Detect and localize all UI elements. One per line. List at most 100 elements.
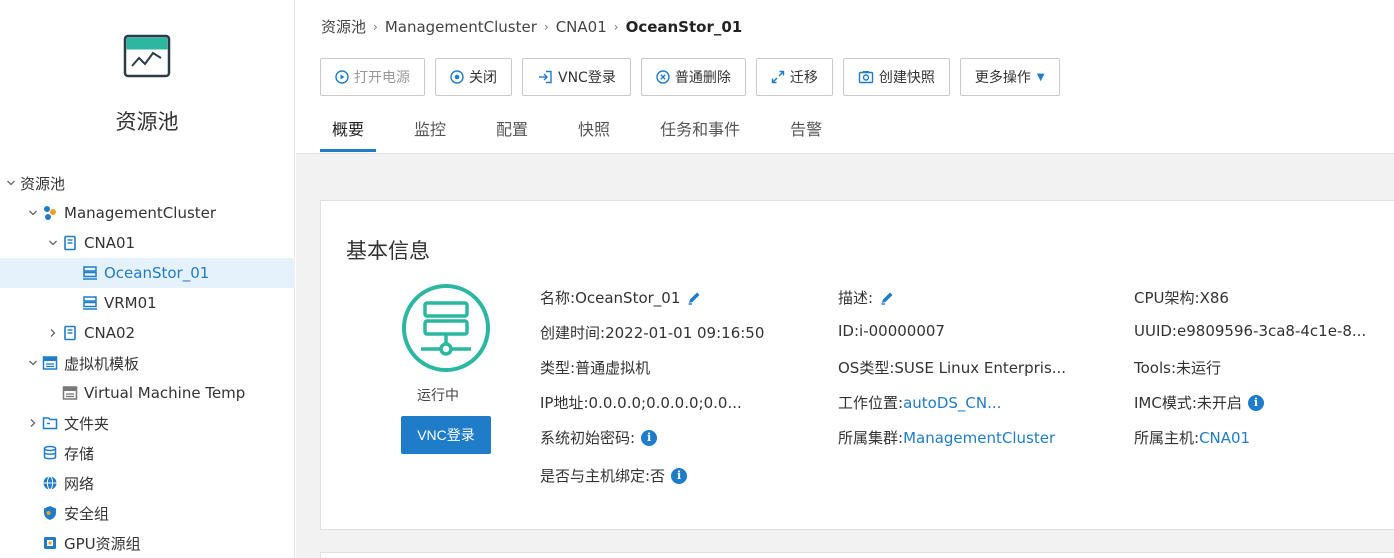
field-key: OS类型: <box>838 359 895 377</box>
field-value: i-00000007 <box>859 322 945 340</box>
tab-5[interactable]: 告警 <box>778 116 834 154</box>
toolbar: 打开电源 关闭 VNC登录 普通删除 迁移 创建快照 更多操作 ▼ <box>320 58 1070 96</box>
field-value: 否 <box>650 467 666 485</box>
power-on-icon <box>335 70 349 84</box>
info-field-col1-4: 系统初始密码: i <box>540 427 658 448</box>
tree-item-label: 虚拟机模板 <box>64 354 140 373</box>
tree-item-10[interactable]: 网络 <box>0 468 295 498</box>
toolbar-button-label: 更多操作 <box>974 70 1031 86</box>
next-card <box>320 552 1394 558</box>
basic-info-card: 基本信息 运行中 VNC登录 名称: OceanStor_01 创建时间: 202… <box>320 200 1394 530</box>
toolbar-button-2[interactable]: VNC登录 <box>522 58 631 96</box>
tree-item-7[interactable]: Virtual Machine Temp <box>0 378 295 408</box>
gpu-icon <box>42 535 58 551</box>
breadcrumb-item[interactable]: CNA01 <box>556 18 607 36</box>
tree-item-4[interactable]: VRM01 <box>0 288 295 318</box>
field-value: 2022-01-01 09:16:50 <box>605 323 765 342</box>
vm-status-label: 运行中 <box>417 388 459 404</box>
shutdown-icon <box>450 70 464 84</box>
tree-item-label: Virtual Machine Temp <box>84 384 246 402</box>
tree-item-1[interactable]: ManagementCluster <box>0 198 295 228</box>
info-icon[interactable]: i <box>671 467 688 484</box>
security-group-icon <box>42 505 58 521</box>
chevron-right-icon[interactable] <box>46 326 60 340</box>
breadcrumb-item[interactable]: 资源池 <box>321 16 366 37</box>
tab-0[interactable]: 概要 <box>320 116 377 154</box>
tree-item-11[interactable]: 安全组 <box>0 498 295 528</box>
tree-item-label: GPU资源组 <box>64 534 141 553</box>
field-key: Tools: <box>1134 358 1177 377</box>
field-key: 是否与主机绑定: <box>540 467 651 485</box>
tree-item-3[interactable]: OceanStor_01 <box>0 258 295 288</box>
info-field-col1-3: IP地址: 0.0.0.0;0.0.0.0;0.0... <box>540 392 742 413</box>
info-field-col1-2: 类型: 普通虚拟机 <box>540 357 650 378</box>
vnc-login-button[interactable]: VNC登录 <box>401 416 491 454</box>
breadcrumb-separator-icon: › <box>613 19 619 34</box>
info-field-col3-4: 所属主机: CNA01 <box>1134 427 1250 448</box>
tab-bar: 概要 监控 配置 快照 任务和事件 告警 <box>320 116 860 154</box>
info-field-col2-1: ID: i-00000007 <box>838 322 945 340</box>
tree-item-12[interactable]: GPU资源组 <box>0 528 295 558</box>
template-gray-icon <box>62 385 78 401</box>
breadcrumb-item[interactable]: ManagementCluster <box>385 18 537 36</box>
chevron-down-icon[interactable] <box>26 206 40 220</box>
field-link[interactable]: autoDS_CN... <box>903 394 1001 412</box>
toolbar-button-3[interactable]: 普通删除 <box>640 58 746 96</box>
toolbar-button-5[interactable]: 创建快照 <box>842 58 950 96</box>
resource-pool-logo-icon <box>123 34 171 78</box>
tab-1[interactable]: 监控 <box>402 116 458 154</box>
tree-item-5[interactable]: CNA02 <box>0 318 295 348</box>
breadcrumb: 资源池 › ManagementCluster › CNA01 › OceanStor_01 <box>321 16 742 37</box>
chevron-down-icon[interactable] <box>26 356 40 370</box>
network-icon <box>42 475 58 491</box>
field-key: IMC模式: <box>1134 394 1197 412</box>
chevron-down-icon[interactable] <box>4 176 18 190</box>
info-icon[interactable]: i <box>1247 394 1264 411</box>
field-key: 描述: <box>838 289 874 307</box>
breadcrumb-item: OceanStor_01 <box>625 17 743 36</box>
info-field-col3-2: Tools: 未运行 <box>1134 357 1221 378</box>
tree-item-9[interactable]: 存储 <box>0 438 295 468</box>
toolbar-button-6[interactable]: 更多操作 ▼ <box>959 58 1060 96</box>
folder-icon <box>42 415 58 431</box>
field-key: IP地址: <box>540 394 589 412</box>
sidebar: 资源池 资源池 ManagementCluster CNA01 OceanStor_0… <box>0 0 295 558</box>
field-key: ID: <box>838 322 860 340</box>
toolbar-button-1[interactable]: 关闭 <box>435 58 512 96</box>
info-icon[interactable]: i <box>641 429 658 446</box>
main-header: 资源池 › ManagementCluster › CNA01 › OceanStor_01… <box>296 0 1394 154</box>
edit-pencil-icon[interactable] <box>686 290 702 306</box>
field-link[interactable]: ManagementCluster <box>903 429 1055 447</box>
toolbar-button-label: VNC登录 <box>558 70 616 86</box>
tree-item-8[interactable]: 文件夹 <box>0 408 295 438</box>
tree-item-6[interactable]: 虚拟机模板 <box>0 348 295 378</box>
field-key: CPU架构: <box>1134 289 1200 307</box>
info-field-col1-1: 创建时间: 2022-01-01 09:16:50 <box>540 322 764 343</box>
tree-item-label: 文件夹 <box>64 414 110 433</box>
chevron-right-icon[interactable] <box>26 416 40 430</box>
field-value: 未开启 <box>1196 394 1242 412</box>
resource-tree: 资源池 ManagementCluster CNA01 OceanStor_01 VRM… <box>0 168 295 558</box>
breadcrumb-separator-icon: › <box>373 19 378 34</box>
tree-item-label: 网络 <box>64 474 95 493</box>
field-link[interactable]: CNA01 <box>1199 429 1250 447</box>
tree-item-2[interactable]: CNA01 <box>0 228 295 258</box>
tab-2[interactable]: 配置 <box>484 116 540 154</box>
field-key: 所属集群: <box>838 429 904 447</box>
basic-info-title: 基本信息 <box>346 239 430 263</box>
edit-pencil-icon[interactable] <box>879 290 895 306</box>
toolbar-button-label: 创建快照 <box>878 70 935 86</box>
info-field-col3-1: UUID: e9809596-3ca8-4c1e-8... <box>1134 322 1366 340</box>
toolbar-button-label: 迁移 <box>789 70 818 86</box>
tree-item-0[interactable]: 资源池 <box>0 168 295 198</box>
tab-3[interactable]: 快照 <box>566 116 622 154</box>
field-value: 普通虚拟机 <box>575 359 651 377</box>
cluster-icon <box>42 205 58 221</box>
toolbar-button-0[interactable]: 打开电源 <box>320 58 425 96</box>
tab-4[interactable]: 任务和事件 <box>648 116 752 154</box>
toolbar-button-4[interactable]: 迁移 <box>755 58 833 96</box>
info-field-col3-3: IMC模式: 未开启 i <box>1134 392 1264 413</box>
breadcrumb-separator-icon: › <box>543 19 549 34</box>
chevron-down-icon[interactable] <box>46 236 60 250</box>
vm-status-icon <box>401 283 491 373</box>
